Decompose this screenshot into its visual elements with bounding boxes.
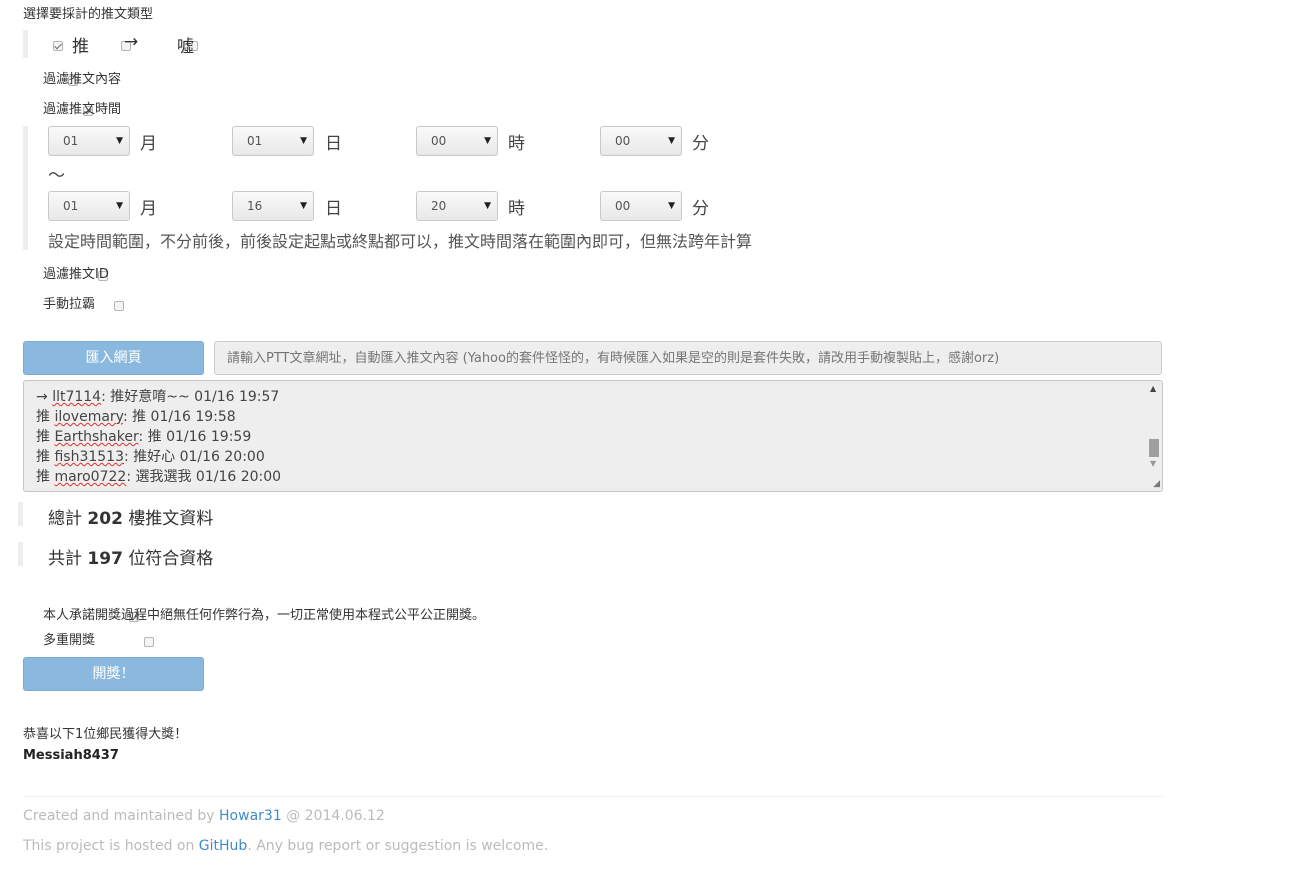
github-link[interactable]: GitHub xyxy=(199,838,248,854)
eligible-count: 197 xyxy=(87,549,123,569)
total-suffix: 樓推文資料 xyxy=(128,509,214,529)
to-day-select[interactable]: 16 ▼ xyxy=(232,191,314,221)
arrow-label: → xyxy=(124,32,139,52)
comment-user-id: llt7114 xyxy=(52,389,102,405)
comment-user-id: maro0722 xyxy=(54,469,127,485)
import-webpage-button[interactable]: 匯入網頁 xyxy=(23,341,204,375)
comments-scrollbar[interactable]: ▲ ▼ xyxy=(1146,381,1162,491)
hosted-suffix: . Any bug report or suggestion is welcom… xyxy=(247,838,549,854)
from-month-select[interactable]: 01 ▼ xyxy=(48,126,130,156)
comment-tag: 推 xyxy=(36,409,55,425)
eligible-quote-bar xyxy=(18,542,23,566)
from-hour-select[interactable]: 00 ▼ xyxy=(416,126,498,156)
draw-button[interactable]: 開獎！ xyxy=(23,657,204,691)
created-prefix: Created and maintained by xyxy=(23,808,215,824)
total-prefix: 總計 xyxy=(48,509,82,529)
from-day-select[interactable]: 01 ▼ xyxy=(232,126,314,156)
chevron-down-icon: ▼ xyxy=(668,136,675,146)
from-minute-select[interactable]: 00 ▼ xyxy=(600,126,682,156)
scroll-down-icon[interactable]: ▼ xyxy=(1150,459,1156,468)
type-section-heading: 選擇要採計的推文類型 xyxy=(23,7,154,22)
total-quote-bar xyxy=(18,502,23,526)
comment-tag: → xyxy=(36,389,53,405)
multi-draw-label: 多重開獎 xyxy=(43,633,96,648)
eligible-prefix: 共計 xyxy=(48,549,82,569)
comment-tag: 推 xyxy=(36,469,55,485)
created-suffix: @ 2014.06.12 xyxy=(286,808,385,824)
to-minute-select[interactable]: 00 ▼ xyxy=(600,191,682,221)
to-hour-unit: 時 xyxy=(508,199,525,219)
time-quote-bar xyxy=(23,126,28,250)
eligible-users-stat: 共計 197 位符合資格 xyxy=(48,544,213,569)
boo-label: 噓 xyxy=(177,37,194,57)
manual-label: 手動拉霸 xyxy=(43,297,96,312)
multi-draw-checkbox[interactable] xyxy=(143,637,154,647)
from-minute-unit: 分 xyxy=(692,134,709,154)
chevron-down-icon: ▼ xyxy=(484,201,491,211)
filter-id-label: 過濾推文ID xyxy=(43,267,109,282)
to-day-unit: 日 xyxy=(325,199,342,219)
range-tilde: ～ xyxy=(48,166,65,186)
to-hour-value: 20 xyxy=(431,199,447,213)
total-comments-stat: 總計 202 樓推文資料 xyxy=(48,504,213,529)
comment-line: 推 ilovemary: 推 01/16 19:58 xyxy=(36,406,236,426)
from-hour-value: 00 xyxy=(431,134,447,148)
from-minute-value: 00 xyxy=(615,134,631,148)
chevron-down-icon: ▼ xyxy=(116,201,123,211)
comment-user-id: ilovemary xyxy=(54,409,123,425)
comment-text: : 推好心 01/16 20:00 xyxy=(123,449,265,465)
from-day-unit: 日 xyxy=(325,134,342,154)
footer-divider xyxy=(23,796,1163,797)
comment-user-id: Earthshaker xyxy=(54,429,139,445)
comment-text: : 推 01/16 19:59 xyxy=(138,429,252,445)
to-day-value: 16 xyxy=(247,199,263,213)
scroll-up-icon[interactable]: ▲ xyxy=(1150,384,1156,393)
author-link[interactable]: Howar31 xyxy=(219,808,282,824)
to-hour-select[interactable]: 20 ▼ xyxy=(416,191,498,221)
ptt-url-input[interactable] xyxy=(214,341,1162,375)
scroll-thumb[interactable] xyxy=(1149,439,1159,457)
total-count: 202 xyxy=(87,509,123,529)
comment-text: : 選我選我 01/16 20:00 xyxy=(126,469,282,485)
time-range-hint: 設定時間範圍，不分前後，前後設定起點或終點都可以，推文時間落在範圍內即可，但無法… xyxy=(48,232,753,251)
chevron-down-icon: ▼ xyxy=(668,201,675,211)
to-month-value: 01 xyxy=(63,199,79,213)
filter-content-label: 過濾推文內容 xyxy=(43,72,122,87)
chevron-down-icon: ▼ xyxy=(484,136,491,146)
winner-name: Messiah8437 xyxy=(23,748,119,763)
comment-tag: 推 xyxy=(36,449,55,465)
resize-handle-icon[interactable]: ◢ xyxy=(1153,479,1160,489)
from-month-unit: 月 xyxy=(140,134,157,154)
from-day-value: 01 xyxy=(247,134,263,148)
to-month-unit: 月 xyxy=(140,199,157,219)
pledge-label: 本人承諾開獎過程中絕無任何作弊行為，一切正常使用本程式公平公正開獎。 xyxy=(43,608,486,623)
chevron-down-icon: ▼ xyxy=(300,201,307,211)
chevron-down-icon: ▼ xyxy=(116,136,123,146)
comment-line: 推 maro0722: 選我選我 01/16 20:00 xyxy=(36,466,281,486)
comments-textarea[interactable]: → llt7114: 推好意唷~~ 01/16 19:57 推 ilovemary… xyxy=(23,380,1163,492)
comment-text: : 推 01/16 19:58 xyxy=(122,409,236,425)
comment-text: : 推好意唷~~ 01/16 19:57 xyxy=(101,389,280,405)
comment-line: 推 fish31513: 推好心 01/16 20:00 xyxy=(36,446,265,466)
type-quote-bar xyxy=(23,30,28,58)
comment-line: → llt7114: 推好意唷~~ 01/16 19:57 xyxy=(36,386,279,406)
push-label: 推 xyxy=(72,37,89,57)
comment-user-id: fish31513 xyxy=(54,449,124,465)
manual-checkbox[interactable] xyxy=(113,301,124,311)
chevron-down-icon: ▼ xyxy=(300,136,307,146)
hosted-prefix: This project is hosted on xyxy=(23,838,195,854)
to-minute-value: 00 xyxy=(615,199,631,213)
filter-time-label: 過濾推文時間 xyxy=(43,102,122,117)
congrats-text: 恭喜以下1位鄉民獲得大獎！ xyxy=(23,727,188,742)
to-month-select[interactable]: 01 ▼ xyxy=(48,191,130,221)
footer-hosted: This project is hosted on GitHub. Any bu… xyxy=(23,838,548,854)
from-hour-unit: 時 xyxy=(508,134,525,154)
comment-line: 推 Earthshaker: 推 01/16 19:59 xyxy=(36,426,251,446)
push-checkbox[interactable] xyxy=(53,41,63,51)
eligible-suffix: 位符合資格 xyxy=(128,549,214,569)
comment-tag: 推 xyxy=(36,429,55,445)
footer-created: Created and maintained by Howar31 @ 2014… xyxy=(23,808,385,824)
from-month-value: 01 xyxy=(63,134,79,148)
to-minute-unit: 分 xyxy=(692,199,709,219)
